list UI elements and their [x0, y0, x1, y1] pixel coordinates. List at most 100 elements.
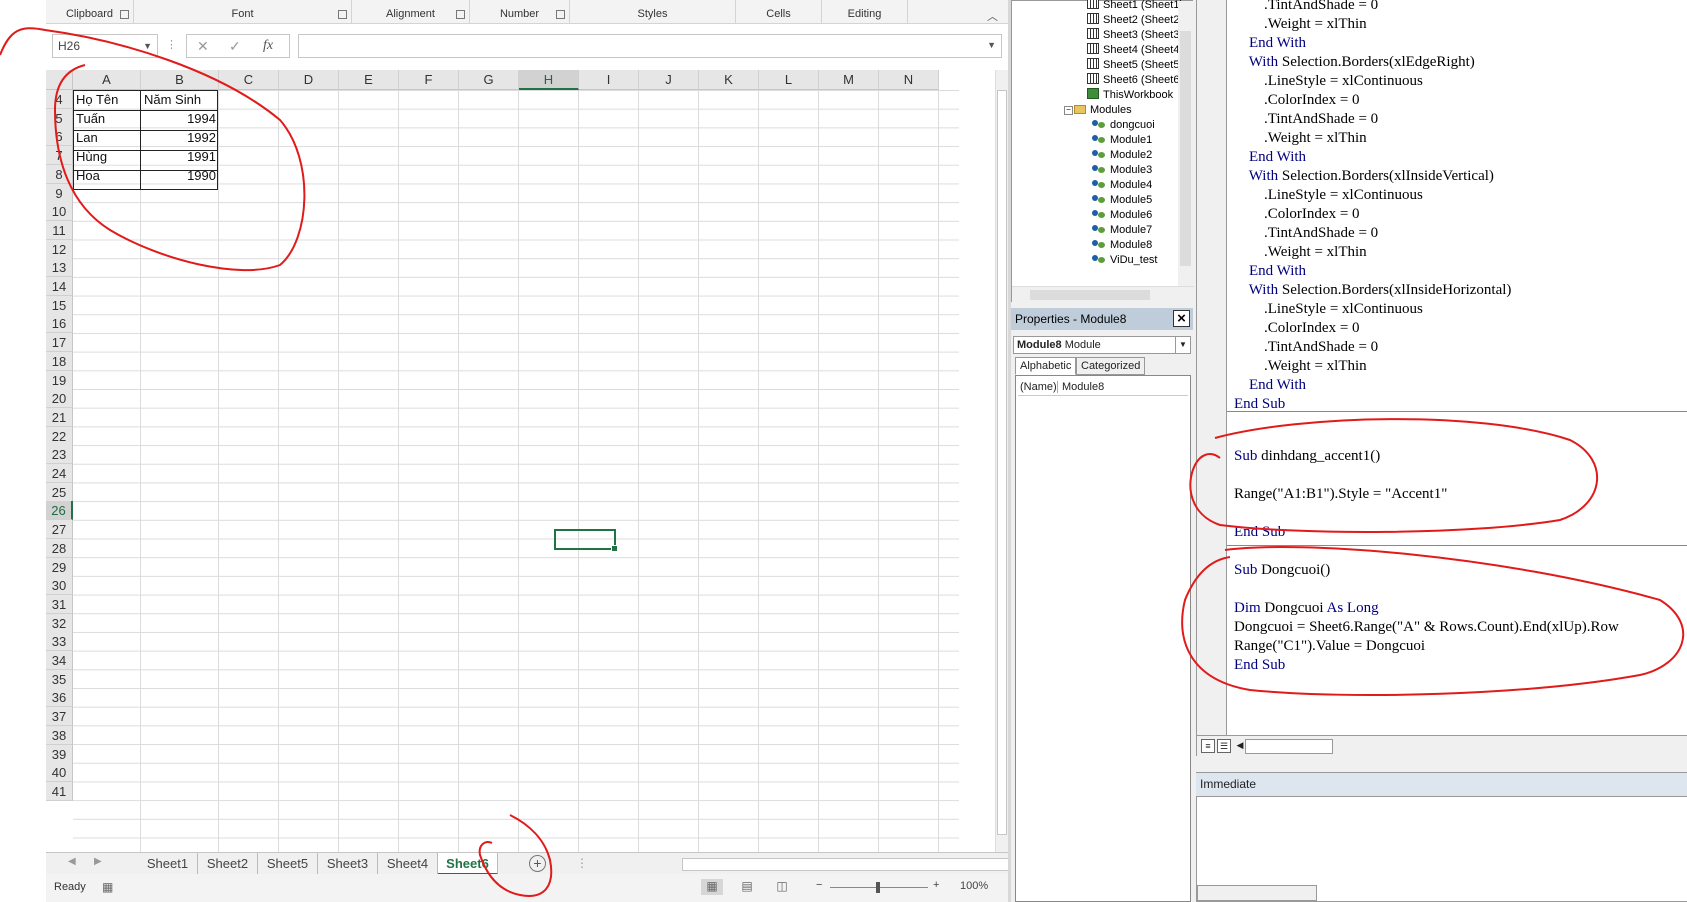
collapse-icon[interactable]: − — [1064, 106, 1073, 115]
ribbon-group-editing[interactable]: Editing — [822, 0, 908, 24]
tree-item-module[interactable]: Module2 — [1092, 148, 1152, 163]
tab-sheet1[interactable]: Sheet1 — [138, 853, 198, 875]
zoom-knob[interactable] — [876, 882, 880, 893]
row-header-26[interactable]: 26 — [46, 501, 73, 521]
code-line[interactable]: End With — [1234, 376, 1511, 395]
code-line[interactable]: .LineStyle = xlContinuous — [1234, 72, 1511, 91]
code-line[interactable]: End With — [1234, 148, 1511, 167]
normal-view-icon[interactable]: ▦ — [701, 879, 723, 895]
dialog-launcher-icon[interactable] — [120, 10, 129, 19]
row-header-38[interactable]: 38 — [46, 725, 73, 745]
active-cell-h26[interactable] — [554, 529, 618, 552]
tab-sheet5[interactable]: Sheet5 — [258, 853, 318, 875]
cell-a4[interactable]: Họ Tên — [73, 90, 141, 110]
tree-item-module[interactable]: ViDu_test — [1092, 253, 1158, 268]
row-header-15[interactable]: 15 — [46, 295, 73, 315]
tab-next-icon[interactable]: ▶ — [94, 856, 102, 867]
column-header-g[interactable]: G — [459, 70, 519, 90]
row-header-30[interactable]: 30 — [46, 576, 73, 596]
chevron-down-icon[interactable]: ▼ — [1175, 337, 1190, 353]
tree-item-module[interactable]: Module7 — [1092, 223, 1152, 238]
formula-input[interactable]: ▼ — [298, 34, 1002, 58]
row-header-12[interactable]: 12 — [46, 239, 73, 259]
tree-item-sheet[interactable]: Sheet3 (Sheet3) — [1087, 28, 1183, 43]
row-header-18[interactable]: 18 — [46, 351, 73, 371]
full-module-view-icon[interactable]: ☰ — [1217, 739, 1231, 753]
code-line[interactable]: .ColorIndex = 0 — [1234, 319, 1511, 338]
code-line[interactable]: .TintAndShade = 0 — [1234, 0, 1511, 15]
page-layout-icon[interactable]: ▤ — [736, 879, 758, 895]
horizontal-scrollbar[interactable] — [682, 858, 1016, 871]
ribbon-group-alignment[interactable]: Alignment — [352, 0, 470, 24]
add-sheet-button[interactable]: + — [529, 855, 546, 872]
cell-a7[interactable]: Hùng — [73, 147, 141, 167]
zoom-in-icon[interactable]: + — [933, 879, 939, 891]
row-header-10[interactable]: 10 — [46, 202, 73, 222]
chevron-down-icon[interactable]: ▼ — [143, 35, 152, 57]
code-line[interactable]: .Weight = xlThin — [1234, 15, 1511, 34]
procedure-view-icon[interactable]: ≡ — [1201, 739, 1215, 753]
select-all-corner[interactable] — [46, 70, 73, 90]
column-header-m[interactable]: M — [819, 70, 879, 90]
tree-item-module[interactable]: Module1 — [1092, 133, 1152, 148]
column-header-c[interactable]: C — [219, 70, 279, 90]
worksheet-grid[interactable]: ABCDEFGHIJKLMN 4 5 6 7 8 9 10 11 12 13 14 15 16 17 18 1… — [46, 70, 986, 852]
row-header-27[interactable]: 27 — [46, 520, 73, 540]
column-header-i[interactable]: I — [579, 70, 639, 90]
code-line[interactable]: Range("C1").Value = Dongcuoi — [1234, 637, 1619, 656]
row-header-31[interactable]: 31 — [46, 594, 73, 614]
row-header-7[interactable]: 7 — [46, 146, 73, 166]
row-header-23[interactable]: 23 — [46, 445, 73, 465]
row-header-39[interactable]: 39 — [46, 744, 73, 764]
cell-area[interactable]: Họ Tên Năm Sinh Tuấn 1994 Lan 1992 Hùng … — [73, 90, 959, 852]
dialog-launcher-icon[interactable] — [556, 10, 565, 19]
tab-prev-icon[interactable]: ◀ — [68, 856, 76, 867]
code-line[interactable] — [1234, 466, 1447, 485]
code-line[interactable]: .Weight = xlThin — [1234, 243, 1511, 262]
row-header-41[interactable]: 41 — [46, 781, 73, 801]
code-line[interactable]: Sub dinhdang_accent1() — [1234, 447, 1447, 466]
row-header-35[interactable]: 35 — [46, 669, 73, 689]
tree-item-module[interactable]: Module5 — [1092, 193, 1152, 208]
code-line[interactable]: .ColorIndex = 0 — [1234, 205, 1511, 224]
tree-item-module[interactable]: dongcuoi — [1092, 118, 1155, 133]
code-line[interactable]: Dongcuoi = Sheet6.Range("A" & Rows.Count… — [1234, 618, 1619, 637]
code-line[interactable]: .ColorIndex = 0 — [1234, 91, 1511, 110]
column-header-h[interactable]: H — [519, 70, 579, 90]
column-header-f[interactable]: F — [399, 70, 459, 90]
tab-sheet3[interactable]: Sheet3 — [318, 853, 378, 875]
object-select[interactable]: Module8 Module ▼ — [1013, 336, 1191, 354]
collapse-ribbon-icon[interactable]: ︿ — [987, 8, 998, 24]
column-header-d[interactable]: D — [279, 70, 339, 90]
row-header-16[interactable]: 16 — [46, 314, 73, 334]
column-header-n[interactable]: N — [879, 70, 939, 90]
column-header-e[interactable]: E — [339, 70, 399, 90]
name-box[interactable]: H26 ▼ — [52, 34, 158, 58]
code-line[interactable]: .LineStyle = xlContinuous — [1234, 186, 1511, 205]
page-break-icon[interactable]: ◫ — [771, 879, 793, 895]
code-line[interactable]: .TintAndShade = 0 — [1234, 338, 1511, 357]
row-header-11[interactable]: 11 — [46, 220, 73, 240]
cell-b5[interactable]: 1994 — [141, 109, 219, 129]
row-header-40[interactable]: 40 — [46, 763, 73, 783]
cell-b6[interactable]: 1992 — [141, 128, 219, 148]
code-line[interactable]: Range("A1:B1").Style = "Accent1" — [1234, 485, 1447, 504]
row-header-29[interactable]: 29 — [46, 557, 73, 577]
row-header-20[interactable]: 20 — [46, 389, 73, 409]
code-line[interactable]: .Weight = xlThin — [1234, 357, 1511, 376]
cell-b8[interactable]: 1990 — [141, 166, 219, 186]
tree-item-module[interactable]: Module6 — [1092, 208, 1152, 223]
row-header-14[interactable]: 14 — [46, 277, 73, 296]
close-icon[interactable]: × — [1173, 310, 1190, 327]
code-line[interactable]: With Selection.Borders(xlEdgeRight) — [1234, 53, 1511, 72]
row-header-32[interactable]: 32 — [46, 613, 73, 633]
scroll-thumb[interactable] — [1180, 31, 1191, 266]
drag-handle-icon[interactable]: ⋮ — [166, 38, 177, 51]
tab-categorized[interactable]: Categorized — [1076, 357, 1146, 375]
scroll-thumb[interactable] — [997, 90, 1007, 835]
row-header-25[interactable]: 25 — [46, 482, 73, 502]
cell-b4[interactable]: Năm Sinh — [141, 90, 219, 110]
tree-item-module[interactable]: Module3 — [1092, 163, 1152, 178]
property-value[interactable]: Module8 — [1062, 381, 1104, 393]
ribbon-group-styles[interactable]: Styles — [570, 0, 736, 24]
